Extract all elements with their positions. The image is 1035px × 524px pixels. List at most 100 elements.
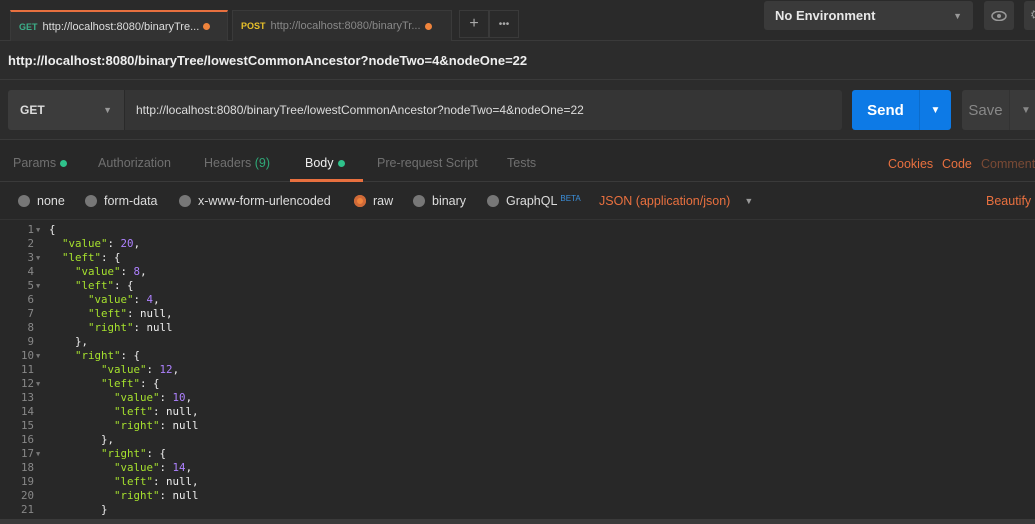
radio-circle-icon [85, 195, 97, 207]
code-line: "value": 8, [75, 265, 147, 278]
line-number: 4 [27, 265, 34, 278]
plus-icon: + [469, 15, 479, 32]
line-number: 8 [27, 321, 34, 334]
chevron-down-icon: ▼ [744, 196, 754, 206]
line-number: 11 [20, 363, 34, 376]
line-number: 18 [20, 461, 34, 474]
tab-title: http://localhost:8080/binaryTre... [42, 20, 200, 33]
eye-icon [991, 10, 1007, 21]
line-number: 12 [20, 377, 34, 390]
code-line: { [49, 223, 56, 236]
line-number: 16 [20, 433, 34, 446]
radio-binary[interactable]: binary [413, 194, 466, 208]
fold-toggle-icon[interactable]: ▼ [36, 226, 40, 234]
radio-selected-icon [354, 195, 366, 207]
radio-urlencoded[interactable]: x-www-form-urlencoded [179, 194, 331, 208]
beta-badge: BETA [560, 193, 581, 203]
code-line: "value": 4, [88, 293, 160, 306]
tab-label: Params [13, 156, 57, 170]
code-line: "left": null, [88, 307, 173, 320]
tab-authorization[interactable]: Authorization [98, 156, 171, 170]
horizontal-scrollbar[interactable] [0, 519, 1035, 524]
request-bar: GET ▼ http://localhost:8080/binaryTree/l… [0, 80, 1035, 140]
code-line: }, [49, 335, 89, 348]
code-line: }, [49, 433, 115, 446]
save-options-chevron-icon[interactable]: ▼ [1010, 90, 1035, 130]
unsaved-dot-icon [203, 23, 211, 30]
code-line: "value": 14, [114, 461, 193, 474]
more-icon: ••• [498, 18, 510, 30]
request-title: http://localhost:8080/binaryTree/lowestC… [0, 41, 1035, 80]
manage-environments-button[interactable]: ⚙ [1024, 1, 1035, 30]
tab-bar: GET http://localhost:8080/binaryTre... P… [0, 0, 1035, 41]
code-line: "right": null [114, 419, 199, 432]
environment-select[interactable]: No Environment ▼ [764, 1, 973, 30]
code-line: "left": null, [114, 405, 199, 418]
body-editor[interactable]: 1 ▼{2 "value": 20, 3 ▼ "left": {4 "value": … [0, 221, 1035, 524]
line-number: 19 [20, 475, 34, 488]
tab-method: POST [241, 21, 266, 31]
method-select[interactable]: GET ▼ [8, 90, 124, 130]
tab-label: Headers [204, 156, 252, 170]
save-button[interactable]: Save ▼ [962, 90, 1035, 130]
radio-circle-icon [487, 195, 499, 207]
unsaved-dot-icon [424, 22, 432, 30]
code-line: "left": { [75, 279, 134, 292]
url-input[interactable]: http://localhost:8080/binaryTree/lowestC… [124, 90, 842, 130]
radio-graphql[interactable]: GraphQL BETA [487, 194, 581, 208]
tab-title: http://localhost:8080/binaryTr... [270, 20, 421, 32]
radio-form-data[interactable]: form-data [85, 194, 158, 208]
radio-none[interactable]: none [18, 194, 65, 208]
radio-raw[interactable]: raw [354, 194, 393, 208]
content-type-select[interactable]: JSON (application/json) ▼ [599, 194, 753, 208]
radio-label: form-data [104, 194, 158, 208]
save-label[interactable]: Save [962, 90, 1010, 130]
method-label: GET [20, 103, 45, 117]
cookies-link[interactable]: Cookies [888, 157, 933, 171]
radio-label: none [37, 194, 65, 208]
request-tab-post[interactable]: POST http://localhost:8080/binaryTr... [232, 10, 452, 41]
code-link[interactable]: Code [942, 157, 972, 171]
code-line: "left": null, [114, 475, 199, 488]
comments-link[interactable]: Comments [981, 157, 1035, 171]
send-label[interactable]: Send [852, 90, 920, 130]
radio-label: x-www-form-urlencoded [198, 194, 331, 208]
request-tab-get[interactable]: GET http://localhost:8080/binaryTre... [10, 10, 228, 41]
new-tab-button[interactable]: + [459, 10, 489, 38]
tab-params[interactable]: Params [13, 156, 68, 170]
tab-body[interactable]: Body [305, 156, 345, 170]
tab-headers[interactable]: Headers (9) [204, 156, 270, 170]
gear-icon: ⚙ [1030, 7, 1035, 22]
tab-tests[interactable]: Tests [507, 156, 536, 170]
tab-pre-request-script[interactable]: Pre-request Script [377, 156, 478, 170]
content-type-label: JSON (application/json) [599, 194, 731, 208]
line-number: 17 [20, 447, 34, 460]
environment-label: No Environment [775, 8, 876, 23]
line-number: 15 [20, 419, 34, 432]
status-dot-icon [60, 160, 68, 167]
radio-label: raw [373, 194, 394, 208]
code-line: "value": 10, [114, 391, 193, 404]
more-tabs-button[interactable]: ••• [489, 10, 519, 38]
line-number: 5 [27, 279, 34, 292]
beautify-link[interactable]: Beautify [986, 194, 1031, 208]
headers-count: (9) [254, 156, 271, 170]
tab-label: Body [305, 156, 334, 170]
line-number: 21 [20, 503, 34, 516]
fold-toggle-icon[interactable]: ▼ [36, 282, 40, 290]
code-line: "value": 12, [101, 363, 180, 376]
body-type-options: none form-data x-www-form-urlencoded raw… [0, 182, 1035, 220]
code-line: "right": { [75, 349, 141, 362]
send-button[interactable]: Send ▼ [852, 90, 951, 130]
radio-circle-icon [413, 195, 425, 207]
fold-toggle-icon[interactable]: ▼ [36, 380, 40, 388]
line-number: 13 [20, 391, 34, 404]
fold-toggle-icon[interactable]: ▼ [36, 352, 40, 360]
chevron-down-icon: ▼ [103, 105, 112, 115]
line-number: 20 [20, 489, 34, 502]
fold-toggle-icon[interactable]: ▼ [36, 254, 40, 262]
send-options-chevron-icon[interactable]: ▼ [920, 90, 951, 130]
line-number: 7 [27, 307, 34, 320]
fold-toggle-icon[interactable]: ▼ [36, 450, 40, 458]
environment-quick-look-button[interactable] [984, 1, 1014, 30]
